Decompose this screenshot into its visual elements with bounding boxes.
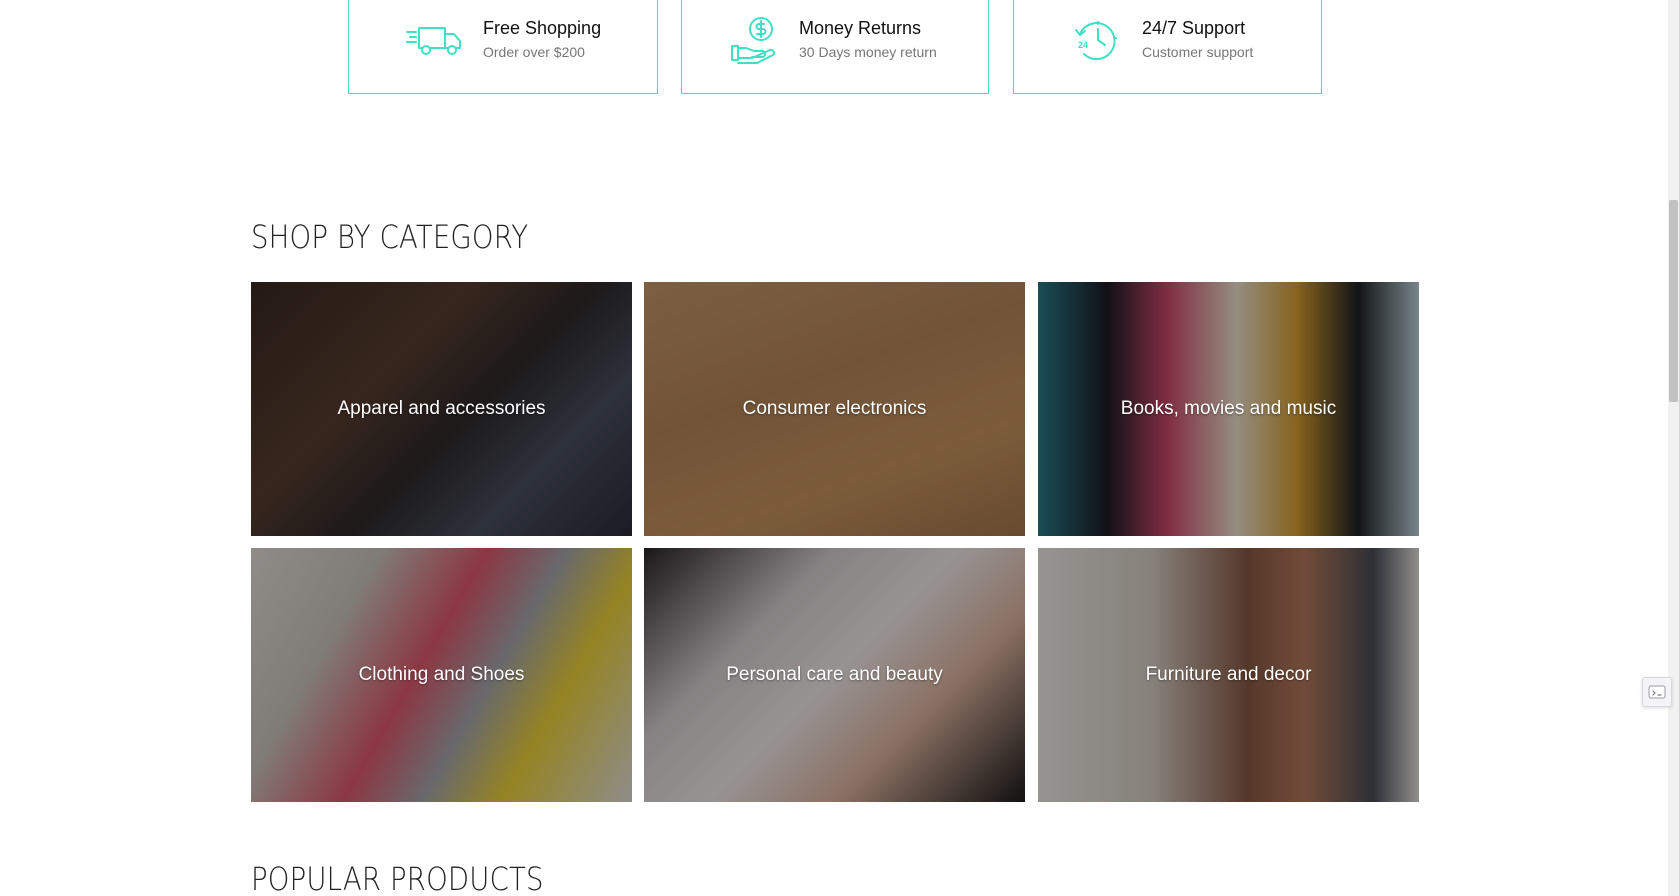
feature-money-returns: Money Returns 30 Days money return	[681, 0, 989, 94]
feature-subtitle: Order over $200	[483, 44, 585, 60]
feature-title: 24/7 Support	[1142, 18, 1246, 38]
scrollbar-thumb[interactable]	[1669, 200, 1678, 402]
category-tile-clothing[interactable]: Clothing and Shoes	[251, 548, 632, 802]
feature-title: Money Returns	[799, 18, 922, 38]
section-title-shop-by-category: SHOP BY CATEGORY	[251, 218, 529, 256]
feature-free-shopping: Free Shopping Order over $200	[348, 0, 658, 94]
clock-24-icon: 24	[1075, 21, 1117, 61]
chat-widget-button[interactable]	[1642, 677, 1672, 707]
category-tile-apparel[interactable]: Apparel and accessories	[251, 282, 632, 536]
category-grid: Apparel and accessories Consumer electro…	[251, 282, 1419, 802]
feature-subtitle: Customer support	[1142, 44, 1254, 60]
feature-subtitle: 30 Days money return	[799, 44, 937, 60]
svg-text:24: 24	[1078, 40, 1088, 50]
category-tile-electronics[interactable]: Consumer electronics	[644, 282, 1025, 536]
category-label: Personal care and beauty	[726, 664, 943, 685]
category-label: Furniture and decor	[1145, 664, 1312, 685]
section-title-popular-products: POPULAR PRODUCTS	[251, 860, 544, 896]
category-label: Books, movies and music	[1120, 398, 1337, 419]
scrollbar-track[interactable]	[1668, 0, 1679, 896]
category-tile-beauty[interactable]: Personal care and beauty	[644, 548, 1025, 802]
category-tile-furniture[interactable]: Furniture and decor	[1038, 548, 1419, 802]
category-label: Clothing and Shoes	[358, 664, 525, 685]
money-hand-icon	[731, 17, 775, 64]
feature-support: 24 24/7 Support Customer support	[1013, 0, 1322, 94]
delivery-truck-icon	[406, 27, 461, 55]
feature-boxes: Free Shopping Order over $200 Money Retu…	[348, 0, 1322, 94]
category-label: Consumer electronics	[742, 398, 927, 419]
feature-title: Free Shopping	[483, 18, 602, 38]
chat-icon	[1648, 685, 1666, 699]
category-tile-books[interactable]: Books, movies and music	[1038, 282, 1419, 536]
category-label: Apparel and accessories	[337, 398, 546, 419]
